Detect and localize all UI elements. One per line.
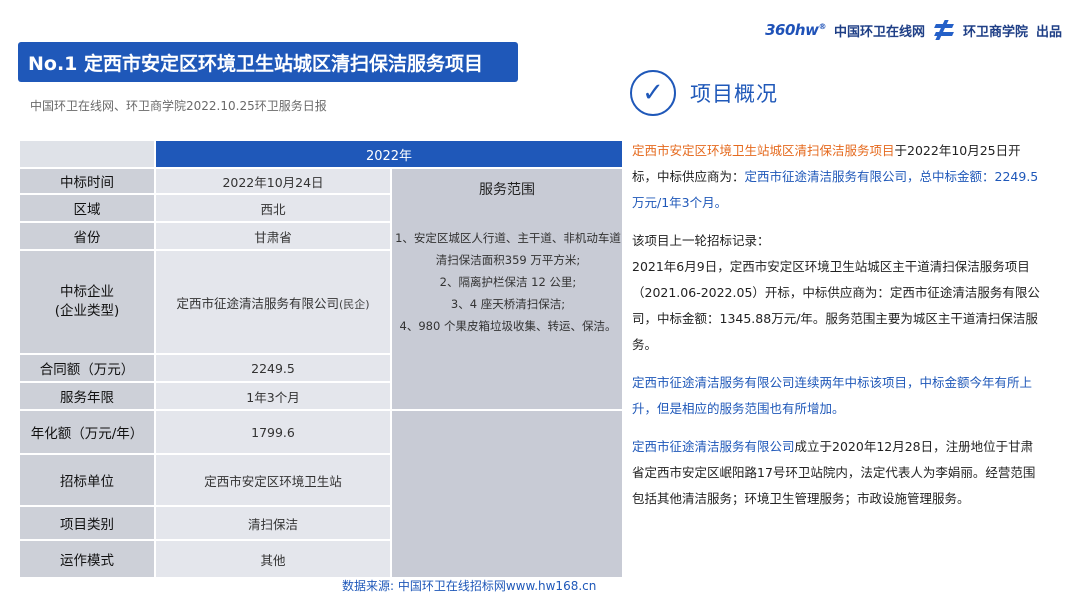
company-profile: 定西市征途清洁服务有限公司成立于2020年12月28日，注册地位于甘肃省定西市安… xyxy=(632,439,1036,506)
value-service-years: 1年3个月 xyxy=(154,381,392,411)
site-name: 中国环卫在线网 xyxy=(833,24,925,40)
overview-paragraph-1: 定西市安定区环境卫生站城区清扫保洁服务项目于2022年10月25日开标，中标供应… xyxy=(632,143,1039,210)
check-icon: ✓ xyxy=(630,70,676,116)
value-contract-amount: 2249.5 xyxy=(154,353,392,383)
overview-text: 定西市安定区环境卫生站城区清扫保洁服务项目于2022年10月25日开标，中标供应… xyxy=(632,138,1042,512)
value-province: 甘肃省 xyxy=(154,221,392,251)
label-winning-company: 中标企业 (企业类型) xyxy=(18,249,156,355)
label-region: 区域 xyxy=(18,193,156,223)
scope-item: 4、980 个果皮箱垃圾收集、转运、保洁。 xyxy=(399,319,617,333)
value-project-category: 清扫保洁 xyxy=(154,505,392,541)
project-info-table: 2022年 中标时间 2022年10月24日 服务范围 1、安定区城区人行道、主… xyxy=(18,139,624,579)
value-bid-date: 2022年10月24日 xyxy=(154,167,392,195)
table-corner xyxy=(18,139,156,169)
label-project-category: 项目类别 xyxy=(18,505,156,541)
produced-label: 出品 xyxy=(1035,24,1062,40)
academy-name: 环卫商学院 xyxy=(962,24,1028,40)
scope-item: 3、4 座天桥清扫保洁; xyxy=(450,297,566,311)
report-source-line: 中国环卫在线网、环卫商学院2022.10.25环卫服务日报 xyxy=(30,99,327,113)
label-bid-date: 中标时间 xyxy=(18,167,156,195)
label-tender-unit: 招标单位 xyxy=(18,453,156,507)
service-scope-cell-continued xyxy=(390,409,624,579)
overview-paragraph-3: 定西市征途清洁服务有限公司连续两年中标该项目，中标金额今年有所上升，但是相应的服… xyxy=(632,375,1033,416)
page-title: No.1 定西市安定区环境卫生站城区清扫保洁服务项目 xyxy=(18,42,518,82)
scope-item: 1、安定区城区人行道、主干道、非机动车道清扫保洁面积359 万平方米; xyxy=(395,231,621,267)
value-operation-mode: 其他 xyxy=(154,539,392,579)
brand-logo: 360hw® xyxy=(765,21,826,39)
value-tender-unit: 定西市安定区环境卫生站 xyxy=(154,453,392,507)
company-name-highlight: 定西市征途清洁服务有限公司 xyxy=(632,439,795,454)
academy-logo-icon xyxy=(933,20,955,40)
overview-title: 项目概况 xyxy=(690,82,778,106)
service-scope-cell: 服务范围 1、安定区城区人行道、主干道、非机动车道清扫保洁面积359 万平方米;… xyxy=(390,167,624,411)
previous-round-detail: 2021年6月9日，定西市安定区环境卫生站城区主干道清扫保洁服务项目（2021.… xyxy=(632,259,1040,352)
label-service-years: 服务年限 xyxy=(18,381,156,411)
brand-bar: 360hw® 中国环卫在线网 环卫商学院 出品 xyxy=(765,18,1062,42)
overview-header: ✓ 项目概况 xyxy=(630,70,778,116)
label-operation-mode: 运作模式 xyxy=(18,539,156,579)
scope-header: 服务范围 xyxy=(479,182,535,198)
label-province: 省份 xyxy=(18,221,156,251)
value-winning-company: 定西市征途清洁服务有限公司(民企) xyxy=(154,249,392,355)
value-region: 西北 xyxy=(154,193,392,223)
company-type-note: (民企) xyxy=(338,297,370,311)
data-source: 数据来源: 中国环卫在线招标网www.hw168.cn xyxy=(342,579,597,593)
label-annual-amount: 年化额（万元/年） xyxy=(18,409,156,455)
value-annual-amount: 1799.6 xyxy=(154,409,392,455)
previous-round-heading: 该项目上一轮招标记录： xyxy=(632,233,770,248)
project-name-highlight: 定西市安定区环境卫生站城区清扫保洁服务项目 xyxy=(632,143,895,158)
scope-list: 1、安定区城区人行道、主干道、非机动车道清扫保洁面积359 万平方米; 2、隔离… xyxy=(392,227,622,337)
scope-item: 2、隔离护栏保洁 12 公里; xyxy=(439,275,577,289)
label-contract-amount: 合同额（万元） xyxy=(18,353,156,383)
year-header: 2022年 xyxy=(154,139,624,169)
